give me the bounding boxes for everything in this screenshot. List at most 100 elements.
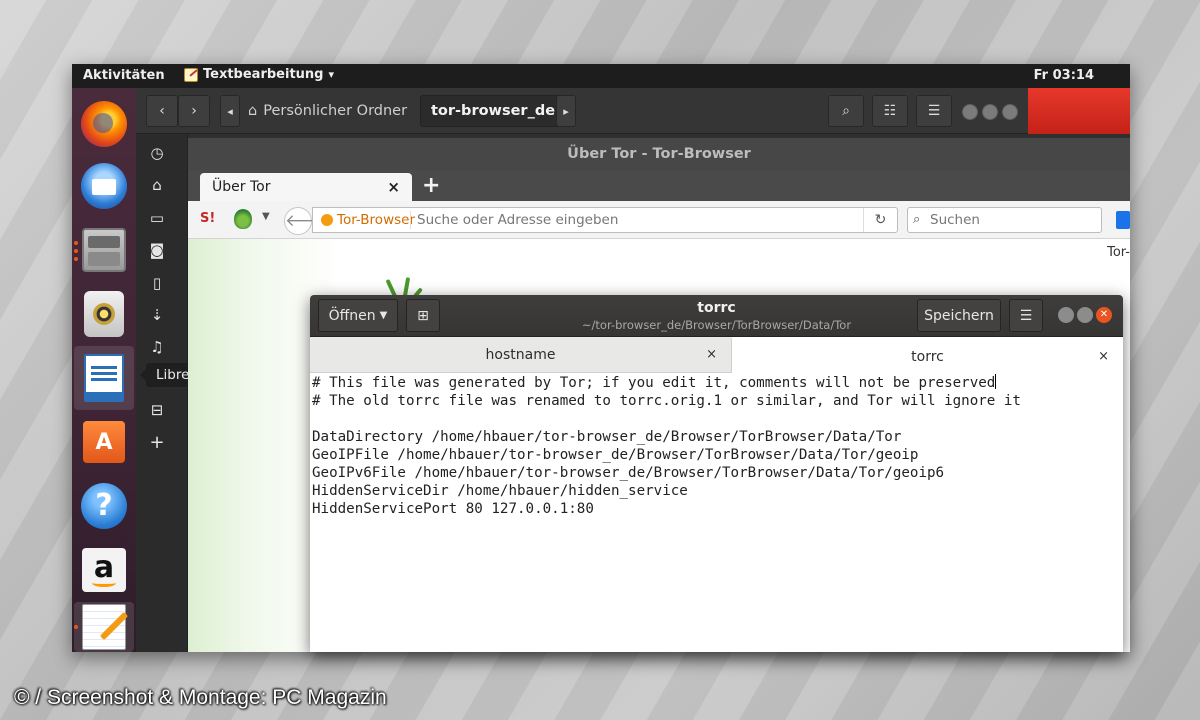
activities-button[interactable]: Aktivitäten: [83, 68, 165, 83]
tab-label: hostname: [485, 347, 556, 363]
files-icon: [82, 228, 126, 272]
running-indicator: [74, 625, 78, 629]
recent-icon[interactable]: ◷: [148, 144, 166, 162]
software-center-icon: A: [83, 421, 125, 463]
url-bar[interactable]: Tor-Browser Suche oder Adresse eingeben …: [312, 207, 898, 233]
new-tab-button[interactable]: +: [422, 172, 440, 200]
dock-item-amazon[interactable]: a: [72, 538, 136, 602]
app-menu-label: Textbearbeitung: [203, 67, 324, 82]
editor-line: HiddenServiceDir /home/hbauer/hidden_ser…: [312, 483, 688, 499]
editor-line: GeoIPv6File /home/hbauer/tor-browser_de/…: [312, 465, 945, 481]
menu-button[interactable]: ☰: [1009, 299, 1043, 332]
search-icon: ⌕: [842, 103, 850, 119]
gedit-header: Öffnen ▼ ⊞ torrc ~/tor-browser_de/Browse…: [310, 295, 1123, 337]
home-icon: ⌂: [248, 103, 258, 119]
tor-tab-strip: Über Tor × +: [188, 170, 1130, 201]
file-manager-sidebar: ◷ ⌂ ▭ ◙ ▯ ⇣ ♫ ⊟ +: [136, 134, 188, 652]
download-icon[interactable]: ⇣: [148, 306, 166, 324]
list-view-icon: ☷: [883, 103, 897, 119]
music-icon[interactable]: ♫: [148, 338, 166, 356]
close-tab-icon[interactable]: ×: [1098, 339, 1109, 375]
running-indicator: [74, 249, 78, 253]
window-background-red: [1028, 88, 1130, 134]
dock-item-firefox[interactable]: [72, 92, 136, 156]
tab-label: torrc: [911, 349, 944, 365]
dock-item-help[interactable]: ?: [72, 474, 136, 538]
url-placeholder: Suche oder Adresse eingeben: [417, 212, 619, 228]
dock-item-software[interactable]: A: [72, 410, 136, 474]
dock-item-libreoffice-writer[interactable]: [74, 346, 134, 410]
thunderbird-icon: [81, 163, 127, 209]
hamburger-icon: ☰: [927, 103, 941, 119]
folder-icon[interactable]: ▭: [148, 209, 166, 227]
save-button[interactable]: Speichern: [917, 299, 1001, 332]
image-credit: © / Screenshot & Montage: PC Magazin: [14, 686, 387, 709]
dock-item-files[interactable]: [72, 218, 136, 282]
tor-tab[interactable]: Über Tor ×: [200, 173, 412, 201]
search-placeholder: Suchen: [930, 212, 980, 228]
close-button[interactable]: [1002, 104, 1018, 120]
editor-line: # The old torrc file was renamed to torr…: [312, 393, 1021, 409]
search-bar[interactable]: ⌕ Suchen: [907, 207, 1102, 233]
dock-item-rhythmbox[interactable]: [72, 282, 136, 346]
close-button[interactable]: ✕: [1096, 307, 1112, 323]
minimize-button[interactable]: [1058, 307, 1074, 323]
firefox-icon: [81, 101, 127, 147]
running-indicator: [74, 241, 78, 245]
gedit-title: torrc: [697, 300, 736, 316]
home-icon[interactable]: ⌂: [148, 176, 166, 194]
add-icon[interactable]: +: [148, 434, 166, 452]
forward-button[interactable]: ›: [178, 95, 210, 127]
chevron-down-icon[interactable]: ▼: [262, 211, 270, 222]
identity-label: Tor-Browser: [337, 212, 415, 228]
identity-box[interactable]: Tor-Browser: [321, 208, 415, 232]
tab-torrc[interactable]: torrc ×: [731, 337, 1123, 373]
search-button[interactable]: ⌕: [828, 95, 864, 127]
back-button[interactable]: ‹: [146, 95, 178, 127]
close-tab-icon[interactable]: ×: [387, 173, 400, 201]
search-icon: ⌕: [913, 212, 921, 227]
maximize-button[interactable]: [982, 104, 998, 120]
gedit-window: Öffnen ▼ ⊞ torrc ~/tor-browser_de/Browse…: [310, 295, 1123, 652]
text-editor-small-icon: [184, 67, 198, 82]
dock-item-thunderbird[interactable]: [72, 154, 136, 218]
breadcrumb-scroll-left[interactable]: ◂: [220, 95, 240, 127]
menu-button[interactable]: ☰: [916, 95, 952, 127]
trash-icon[interactable]: ⊟: [148, 401, 166, 419]
tab-hostname[interactable]: hostname ×: [310, 337, 731, 373]
close-tab-icon[interactable]: ×: [706, 337, 717, 373]
breadcrumb-current-label: tor-browser_de: [431, 103, 556, 119]
breadcrumb-scroll-right[interactable]: ▸: [556, 95, 576, 127]
back-button[interactable]: 🡐: [284, 207, 331, 235]
chevron-left-icon: ‹: [159, 103, 165, 119]
editor-line: DataDirectory /home/hbauer/tor-browser_d…: [312, 429, 902, 445]
save-label: Speichern: [924, 307, 994, 324]
minimize-button[interactable]: [962, 104, 978, 120]
top-bar: Aktivitäten Textbearbeitung ▾ Fr 03:14: [72, 64, 1130, 88]
camera-icon[interactable]: ◙: [148, 241, 166, 259]
chevron-down-icon: ▾: [328, 68, 335, 81]
noscript-icon[interactable]: S!: [200, 211, 215, 226]
gedit-subtitle: ~/tor-browser_de/Browser/TorBrowser/Data…: [581, 318, 852, 332]
dock-item-text-editor[interactable]: [74, 602, 134, 652]
amazon-icon: a: [82, 548, 126, 592]
tor-window-title: Über Tor - Tor-Browser: [188, 138, 1130, 170]
editor-line: HiddenServicePort 80 127.0.0.1:80: [312, 501, 594, 517]
breadcrumb-current[interactable]: tor-browser_de: [420, 95, 567, 127]
editor-text-area[interactable]: # This file was generated by Tor; if you…: [312, 374, 1112, 518]
app-menu[interactable]: Textbearbeitung ▾: [184, 67, 334, 82]
page-corner-text: Tor-: [1107, 245, 1130, 260]
libreoffice-writer-icon: [84, 354, 124, 402]
breadcrumb-home[interactable]: ⌂ Persönlicher Ordner: [248, 95, 407, 127]
document-icon[interactable]: ▯: [148, 274, 166, 292]
launcher-dock: A ? a: [72, 88, 136, 652]
maximize-button[interactable]: [1077, 307, 1093, 323]
clock[interactable]: Fr 03:14: [1034, 68, 1094, 83]
tor-onion-icon[interactable]: [234, 209, 252, 229]
view-options-button[interactable]: ☷: [872, 95, 908, 127]
extension-icon[interactable]: [1116, 211, 1130, 229]
reload-icon[interactable]: ↻: [863, 208, 897, 232]
text-editor-icon: [82, 604, 126, 650]
editor-line: # This file was generated by Tor; if you…: [312, 374, 997, 391]
help-icon: ?: [81, 483, 127, 529]
